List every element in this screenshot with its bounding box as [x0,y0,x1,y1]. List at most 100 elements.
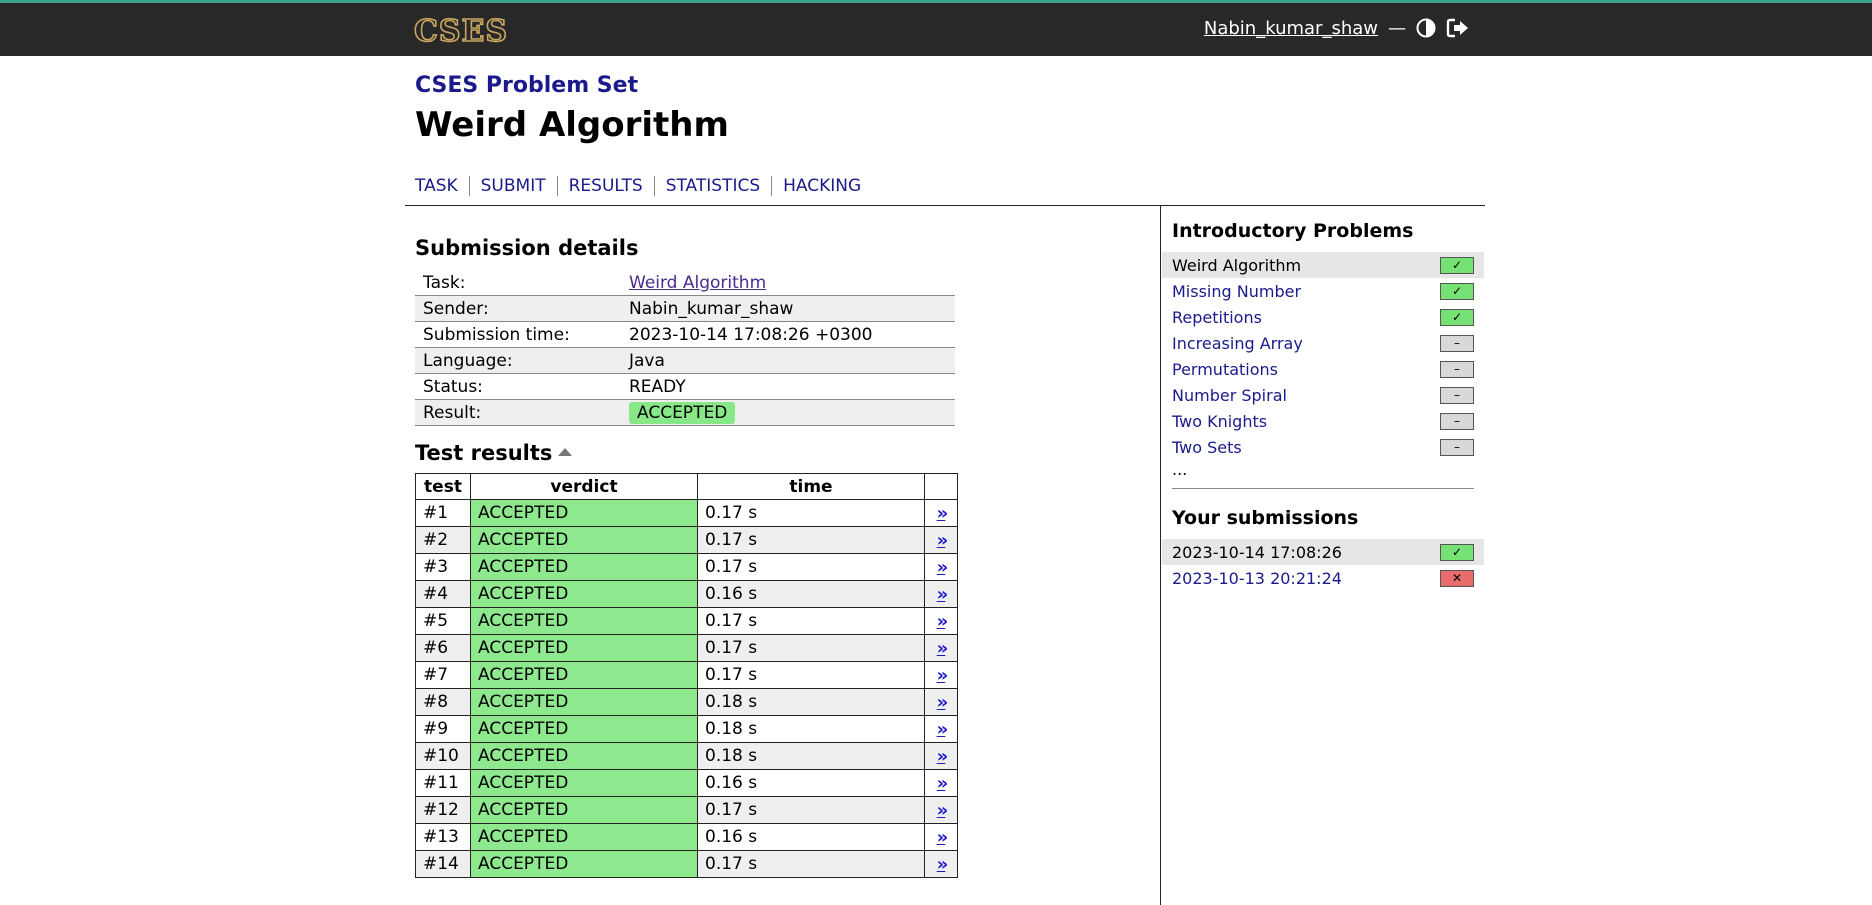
table-row: #4 ACCEPTED 0.16 s » [415,580,958,608]
task-link[interactable]: Weird Algorithm [629,273,766,293]
submission-item[interactable]: 2023-10-14 17:08:26 ✓ [1162,539,1484,565]
problem-status-icon: ✓ [1440,308,1474,326]
tab-task[interactable]: TASK [415,176,469,196]
test-number: #3 [415,553,471,581]
test-time: 0.17 s [697,634,925,662]
submission-status-icon: ✓ [1440,543,1474,561]
test-number: #11 [415,769,471,797]
problem-link[interactable]: Increasing Array [1172,334,1303,353]
view-test-link[interactable]: » [937,665,949,686]
detail-row-result: Result: ACCEPTED [415,399,955,426]
test-verdict: ACCEPTED [470,850,698,878]
table-row: #9 ACCEPTED 0.18 s » [415,715,958,743]
sidebar-rule [1172,488,1474,489]
problem-link[interactable]: Number Spiral [1172,386,1287,405]
view-test-link[interactable]: » [937,557,949,578]
problem-link[interactable]: Repetitions [1172,308,1262,327]
view-test-link[interactable]: » [937,692,949,713]
problem-item[interactable]: Permutations – [1172,356,1474,382]
test-time: 0.17 s [697,553,925,581]
problem-item[interactable]: Two Sets – [1172,434,1474,460]
test-verdict: ACCEPTED [470,553,698,581]
problem-item[interactable]: Increasing Array – [1172,330,1474,356]
table-row: #8 ACCEPTED 0.18 s » [415,688,958,716]
test-number: #5 [415,607,471,635]
sidebar: Introductory Problems Weird Algorithm ✓ Mi… [1162,220,1484,591]
test-time: 0.17 s [697,850,925,878]
table-row: #10 ACCEPTED 0.18 s » [415,742,958,770]
table-row: #5 ACCEPTED 0.17 s » [415,607,958,635]
test-time: 0.16 s [697,823,925,851]
view-test-link[interactable]: » [937,530,949,551]
detail-row-submission-time: Submission time: 2023-10-14 17:08:26 +03… [415,321,955,348]
problems-heading: Introductory Problems [1172,220,1414,242]
view-test-link[interactable]: » [937,746,949,767]
detail-row-task: Task: Weird Algorithm [415,270,955,296]
tab-hacking[interactable]: HACKING [771,176,872,196]
view-test-link[interactable]: » [937,800,949,821]
view-test-link[interactable]: » [937,854,949,875]
view-test-link[interactable]: » [937,827,949,848]
view-test-link[interactable]: » [937,611,949,632]
test-time: 0.17 s [697,661,925,689]
test-time: 0.17 s [697,526,925,554]
table-row: #14 ACCEPTED 0.17 s » [415,850,958,878]
test-verdict: ACCEPTED [470,769,698,797]
test-time: 0.16 s [697,580,925,608]
problem-item[interactable]: Missing Number ✓ [1172,278,1474,304]
theme-toggle-icon[interactable] [1416,18,1436,38]
test-results-heading[interactable]: Test results [415,441,573,465]
problem-status-icon: – [1440,334,1474,352]
column-header-verdict: verdict [470,473,698,500]
detail-label: Status: [415,373,621,400]
problem-item[interactable]: Number Spiral – [1172,382,1474,408]
test-number: #8 [415,688,471,716]
view-test-link[interactable]: » [937,584,949,605]
problem-item[interactable]: Two Knights – [1172,408,1474,434]
detail-row-language: Language: Java [415,347,955,374]
test-number: #4 [415,580,471,608]
problem-link[interactable]: Two Sets [1172,438,1242,457]
table-row: #7 ACCEPTED 0.17 s » [415,661,958,689]
problem-link[interactable]: Permutations [1172,360,1278,379]
view-test-link[interactable]: » [937,638,949,659]
view-test-link[interactable]: » [937,719,949,740]
problem-item[interactable]: Repetitions ✓ [1172,304,1474,330]
detail-label: Language: [415,347,621,374]
problem-list: Weird Algorithm ✓ Missing Number ✓ Repetitio… [1162,252,1484,460]
username-link[interactable]: Nabin_kumar_shaw [1204,18,1378,39]
problem-item[interactable]: Weird Algorithm ✓ [1162,252,1484,278]
task-nav: TASK SUBMIT RESULTS STATISTICS HACKING [415,176,872,196]
submission-link[interactable]: 2023-10-13 20:21:24 [1172,569,1342,588]
problem-link[interactable]: Two Knights [1172,412,1267,431]
problem-link[interactable]: Missing Number [1172,282,1301,301]
detail-label: Result: [415,399,621,426]
test-verdict: ACCEPTED [470,607,698,635]
test-number: #10 [415,742,471,770]
table-row: #13 ACCEPTED 0.16 s » [415,823,958,851]
collapse-arrow-icon[interactable] [558,448,573,456]
problem-status-icon: – [1440,412,1474,430]
tab-statistics[interactable]: STATISTICS [653,176,771,196]
problemset-title[interactable]: CSES Problem Set [415,73,638,98]
test-number: #9 [415,715,471,743]
test-number: #14 [415,850,471,878]
submissions-heading: Your submissions [1172,507,1359,529]
tab-results[interactable]: RESULTS [556,176,654,196]
problem-status-icon: – [1440,386,1474,404]
submission-details-heading: Submission details [415,236,639,260]
detail-value: READY [621,373,955,400]
submission-item[interactable]: 2023-10-13 20:21:24 ✕ [1172,565,1474,591]
view-test-link[interactable]: » [937,503,949,524]
cses-logo[interactable]: CSES [413,15,508,49]
table-row: #3 ACCEPTED 0.17 s » [415,553,958,581]
submission-time: 2023-10-14 17:08:26 [1172,542,1342,562]
problem-status-icon: ✓ [1440,282,1474,300]
logout-icon[interactable] [1446,17,1470,39]
test-verdict: ACCEPTED [470,742,698,770]
user-area: Nabin_kumar_shaw — [1204,17,1470,39]
table-row: #2 ACCEPTED 0.17 s » [415,526,958,554]
view-test-link[interactable]: » [937,773,949,794]
test-time: 0.16 s [697,769,925,797]
tab-submit[interactable]: SUBMIT [468,176,557,196]
